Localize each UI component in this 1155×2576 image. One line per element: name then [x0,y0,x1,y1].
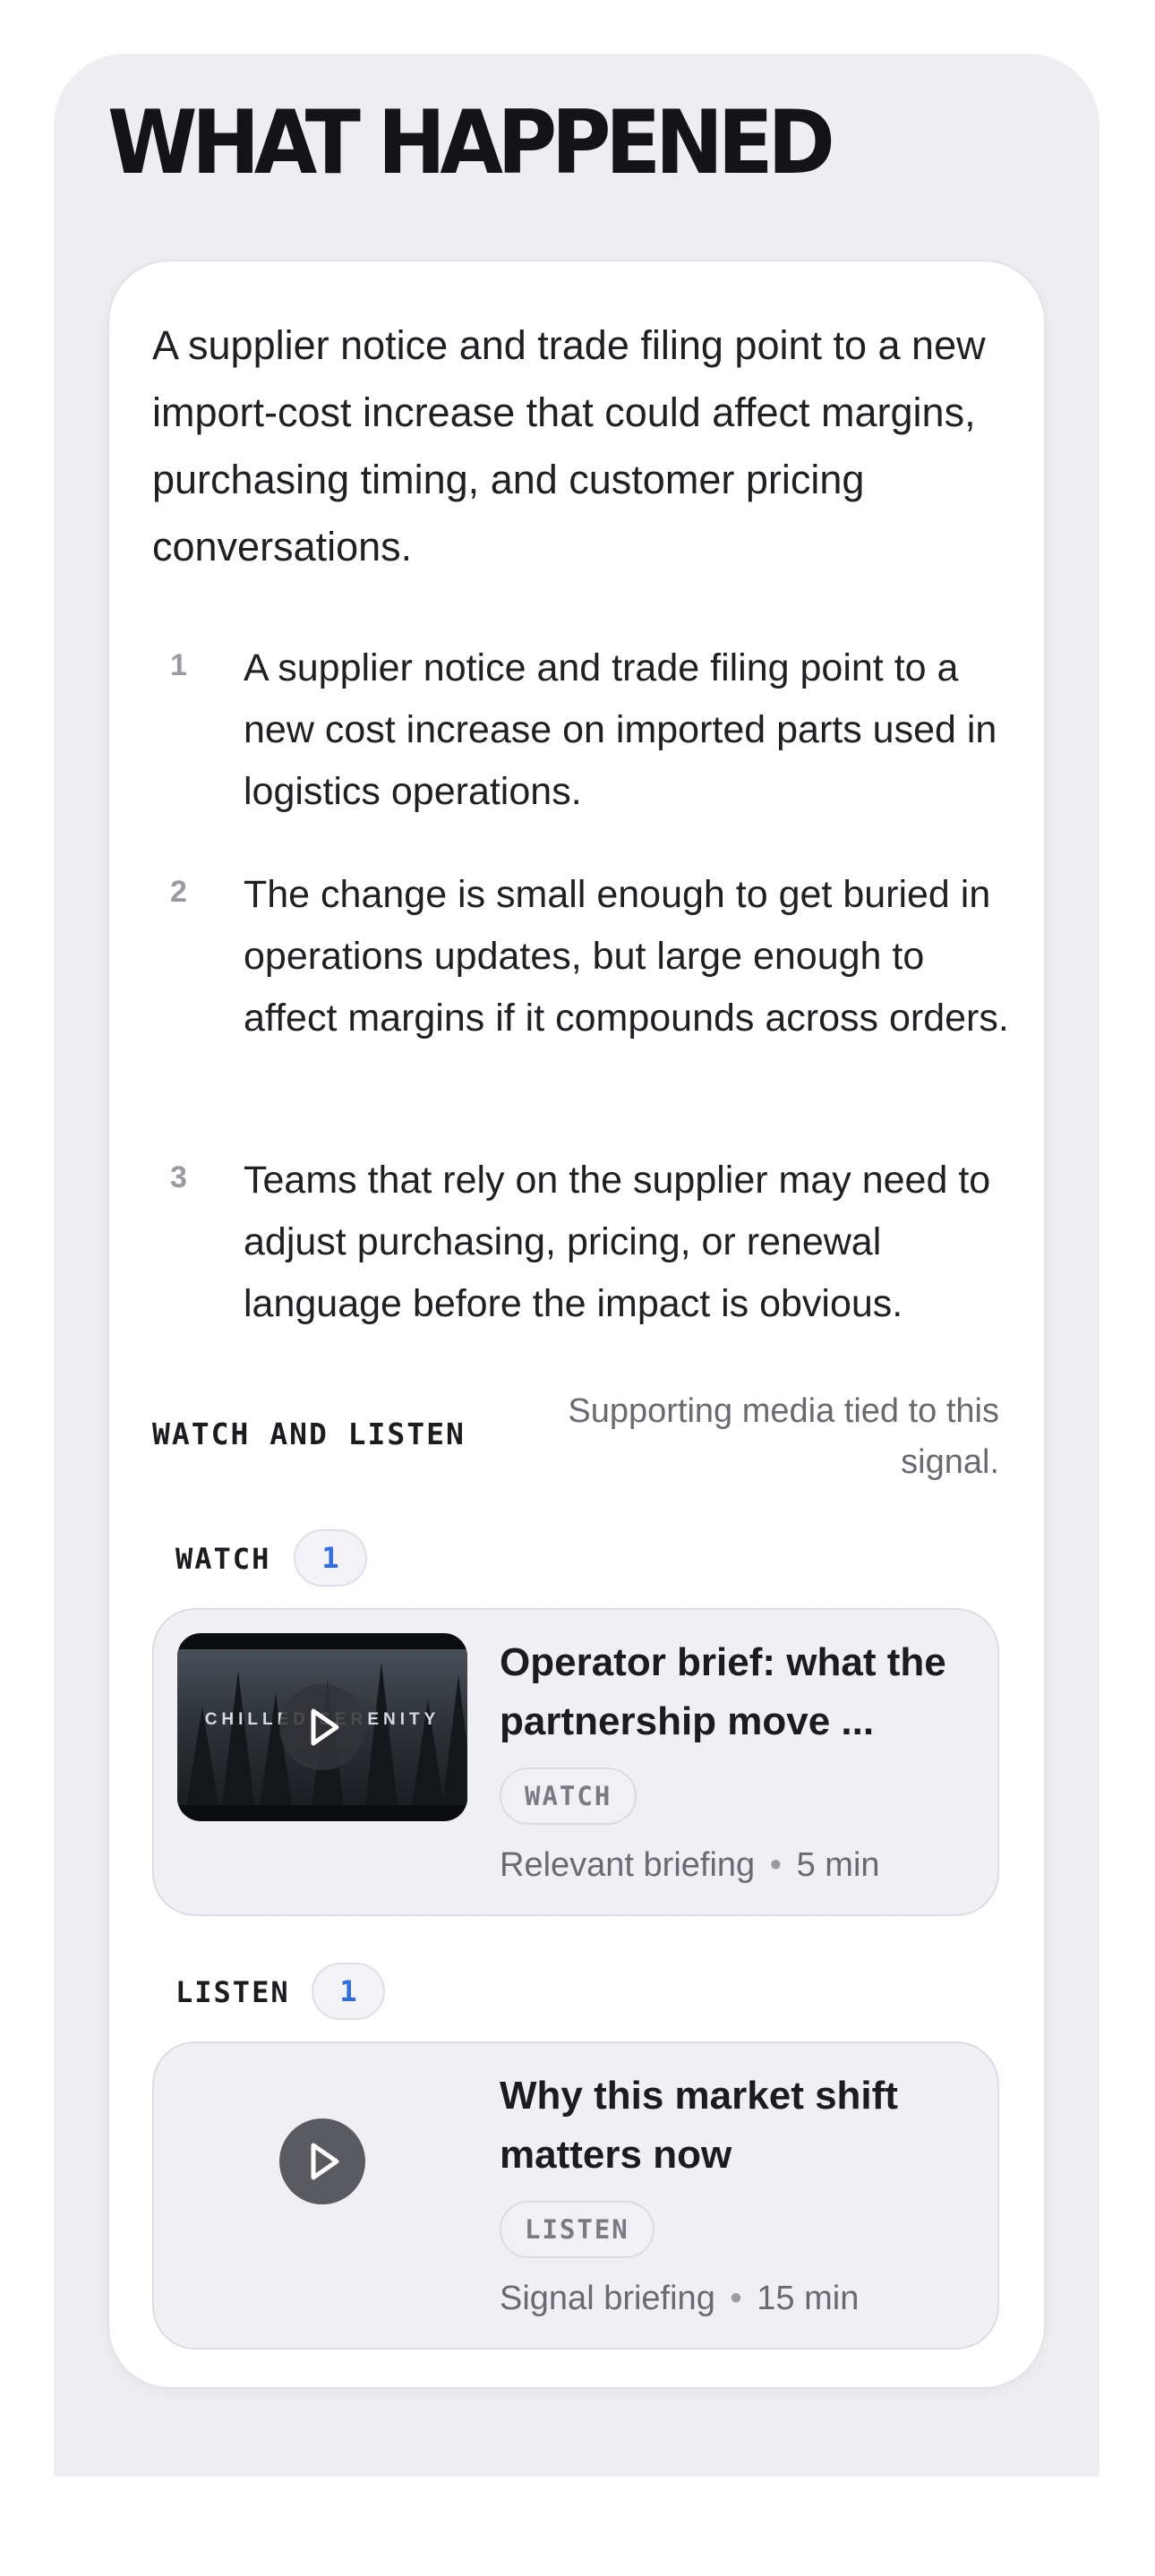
watch-and-listen-subheading: Supporting media tied to this signal. [568,1392,999,1481]
point-text: The change is small enough to get buried… [244,873,1009,1040]
listen-media-card[interactable]: Why this market shift matters now LISTEN… [152,2041,999,2349]
meta-separator: • [730,2280,742,2317]
point-text: Teams that rely on the supplier may need… [244,1159,991,1325]
watch-item-meta: Relevant briefing • 5 min [500,1846,880,1885]
watch-and-listen-heading: WATCH AND LISTEN [152,1416,466,1451]
listen-item-duration: 15 min [757,2280,860,2317]
watch-item-title[interactable]: Operator brief: what the partnership mov… [500,1633,983,1751]
watch-count-badge: 1 [294,1529,367,1587]
video-thumbnail[interactable]: CHILLED SERENITY [177,1633,467,1821]
section-title: WHAT HAPPENED [107,92,835,194]
listen-item-meta: Signal briefing • 15 min [500,2280,859,2318]
play-icon[interactable] [279,1684,365,1770]
point-number: 2 [170,875,187,909]
summary-text: A supplier notice and trade filing point… [152,322,986,569]
listen-group-label: LISTEN [175,1975,290,2009]
point-text: A supplier notice and trade filing point… [244,646,997,813]
listen-count-badge: 1 [312,1963,385,2020]
listen-type-badge: LISTEN [500,2201,654,2258]
point-number: 3 [170,1160,187,1194]
meta-separator: • [769,1846,783,1884]
point-number: 1 [170,648,187,682]
listen-item-title[interactable]: Why this market shift matters now [500,2067,983,2185]
watch-type-badge: WATCH [500,1767,637,1825]
watch-item-source: Relevant briefing [500,1846,756,1884]
watch-item-duration: 5 min [796,1846,880,1884]
watch-media-card[interactable]: CHILLED SERENITY Operator brief: what th… [152,1608,999,1916]
listen-item-source: Signal briefing [500,2280,715,2317]
play-icon[interactable] [279,2118,365,2204]
watch-group-label: WATCH [175,1542,271,1576]
